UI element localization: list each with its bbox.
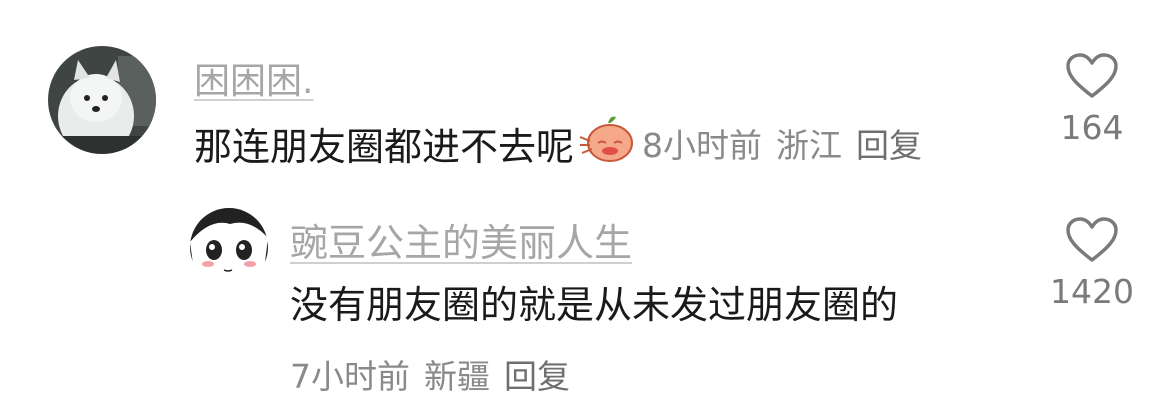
comment-time: 8小时前: [642, 126, 763, 165]
comment-time: 7小时前: [290, 357, 410, 396]
manga-girl-avatar-icon: [190, 208, 268, 286]
like-button[interactable]: 1420: [1032, 216, 1152, 311]
reply-button[interactable]: 回复: [504, 357, 570, 396]
comment-text: 那连朋友圈都进不去呢 8小时前 浙江 回复: [194, 116, 936, 169]
like-button[interactable]: 164: [1032, 52, 1152, 147]
comment-location: 新疆: [424, 357, 490, 396]
avatar[interactable]: [48, 46, 156, 154]
sticker-face-emoji-icon: [578, 115, 634, 172]
username[interactable]: 豌豆公主的美丽人生: [290, 212, 632, 267]
heart-icon: [1066, 217, 1118, 262]
reply-item: 豌豆公主的美丽人生 没有朋友圈的就是从未发过朋友圈的 7小时前 新疆 回复 1420: [0, 200, 1170, 414]
avatar[interactable]: [190, 208, 268, 286]
white-dog-avatar-icon: [48, 46, 156, 154]
comment-text-body: 没有朋友圈的就是从未发过朋友圈的: [290, 282, 899, 327]
comment-text: 没有朋友圈的就是从未发过朋友圈的: [290, 276, 899, 327]
comment-item: 困困困. 那连朋友圈都进不去呢 8小时前 浙江 回复 164: [0, 0, 1170, 200]
comment-location: 浙江: [776, 126, 843, 165]
like-count: 1420: [1050, 272, 1134, 311]
username[interactable]: 困困困.: [194, 52, 313, 104]
comment-text-body: 那连朋友圈都进不去呢: [194, 124, 575, 169]
reply-button[interactable]: 回复: [856, 126, 922, 165]
comment-meta: 7小时前 新疆 回复: [290, 350, 584, 398]
like-count: 164: [1060, 108, 1124, 147]
heart-icon: [1066, 53, 1118, 98]
